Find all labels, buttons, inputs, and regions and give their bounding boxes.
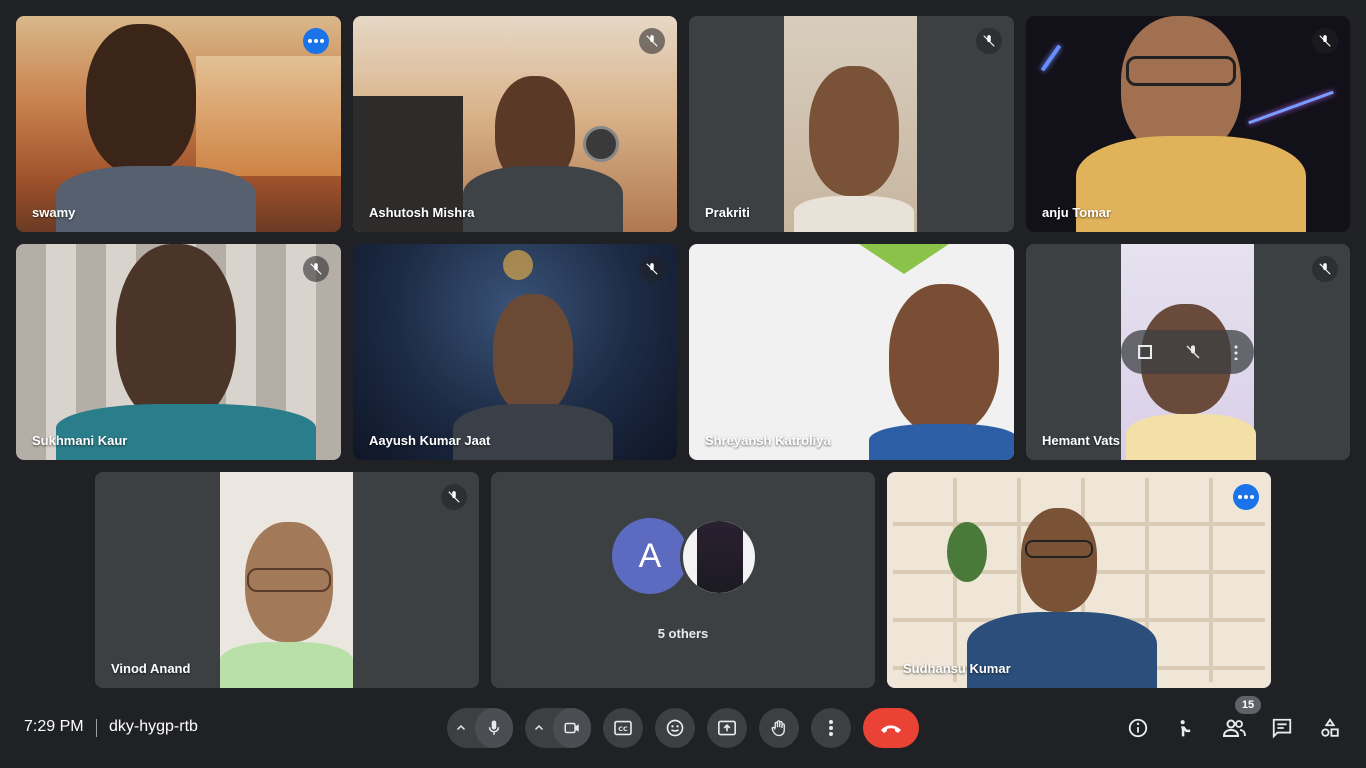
participant-name: Sudhansu Kumar [903, 661, 1011, 676]
participant-name: Hemant Vats [1042, 433, 1121, 448]
participant-tile-ashutosh[interactable]: Ashutosh Mishra [353, 16, 677, 232]
svg-text:CC: CC [618, 725, 628, 733]
participant-tile-anju[interactable]: anju Tomar [1026, 16, 1350, 232]
control-bar: 7:29 PM dky-hygp-rtb CC [0, 700, 1366, 768]
raise-hand-button[interactable] [759, 708, 799, 748]
avatar: A [612, 518, 688, 594]
participant-name: Aayush Kumar Jaat [369, 433, 491, 448]
more-options-button[interactable] [811, 708, 851, 748]
meeting-time: 7:29 PM [24, 718, 84, 735]
chandelier [503, 250, 533, 280]
mic-off-icon [976, 28, 1002, 54]
chevron-up-icon[interactable] [525, 708, 553, 748]
glasses [1126, 56, 1236, 86]
captions-icon: CC [613, 720, 633, 736]
participant-tile-sudhansu[interactable]: Sudhansu Kumar [887, 472, 1271, 688]
participant-name: Shreyansh Katroliya [705, 433, 831, 448]
shirt [56, 166, 256, 232]
participant-tile-prakriti[interactable]: Prakriti [689, 16, 1014, 232]
speaking-indicator-icon [1233, 484, 1259, 510]
camera-icon [562, 719, 582, 737]
chat-icon [1271, 717, 1293, 739]
avatar [680, 518, 758, 596]
meeting-code: dky-hygp-rtb [109, 718, 198, 735]
participant-name: Prakriti [705, 205, 750, 220]
present-icon [717, 719, 737, 737]
pin-icon[interactable] [1137, 345, 1152, 359]
reactions-button[interactable] [655, 708, 695, 748]
mic-off-icon [1185, 344, 1201, 360]
info-icon [1127, 717, 1149, 739]
end-call-icon [879, 722, 903, 734]
face [86, 24, 196, 174]
camera-control-group [525, 708, 591, 748]
activities-icon [1319, 717, 1341, 739]
mic-off-icon [1312, 28, 1338, 54]
tile-hover-controls [1121, 330, 1254, 374]
hand-icon [770, 718, 788, 738]
captions-button[interactable]: CC [603, 708, 643, 748]
mic-off-icon [1312, 256, 1338, 282]
participant-name: Ashutosh Mishra [369, 205, 475, 220]
glasses [1025, 540, 1093, 558]
mic-button[interactable] [475, 708, 513, 748]
video-grid: swamy Ashutosh Mishra Prakriti anju Toma… [0, 0, 1366, 700]
host-controls-button[interactable] [1170, 712, 1202, 744]
chevron-up-icon[interactable] [447, 708, 475, 748]
mic-off-icon [441, 484, 467, 510]
activities-button[interactable] [1314, 712, 1346, 744]
participant-tile-shreyansh[interactable]: Shreyansh Katroliya [689, 244, 1014, 460]
end-call-button[interactable] [863, 708, 919, 748]
participant-name: Vinod Anand [111, 661, 191, 676]
participant-tile-aayush[interactable]: Aayush Kumar Jaat [353, 244, 677, 460]
mic-off-icon [303, 256, 329, 282]
participant-tile-sukhmani[interactable]: Sukhmani Kaur [16, 244, 341, 460]
mic-icon [485, 719, 503, 737]
participant-name: swamy [32, 205, 76, 220]
participant-tile-hemant[interactable]: Hemant Vats [1026, 244, 1350, 460]
others-count-label: 5 others [657, 626, 709, 641]
participant-name: anju Tomar [1042, 205, 1112, 220]
camera-button[interactable] [553, 708, 591, 748]
people-button[interactable] [1218, 712, 1250, 744]
participant-name: Sukhmani Kaur [32, 433, 128, 448]
divider [96, 719, 97, 737]
plant [947, 522, 987, 582]
participant-tile-vinod[interactable]: Vinod Anand [95, 472, 479, 688]
glasses [247, 568, 331, 592]
mic-off-icon [639, 256, 665, 282]
more-options-icon[interactable] [1233, 344, 1238, 360]
host-controls-icon [1176, 717, 1196, 739]
others-tile[interactable]: A 5 others [491, 472, 875, 688]
more-vert-icon [828, 719, 834, 737]
mic-off-icon [639, 28, 665, 54]
meeting-details-button[interactable] [1122, 712, 1154, 744]
mic-control-group [447, 708, 513, 748]
participant-count-badge: 15 [1235, 696, 1261, 714]
participant-tile-swamy[interactable]: swamy [16, 16, 341, 232]
speaking-indicator-icon [303, 28, 329, 54]
emoji-icon [665, 718, 685, 738]
people-icon [1222, 718, 1246, 738]
present-button[interactable] [707, 708, 747, 748]
wall-clock [583, 126, 619, 162]
chat-button[interactable] [1266, 712, 1298, 744]
